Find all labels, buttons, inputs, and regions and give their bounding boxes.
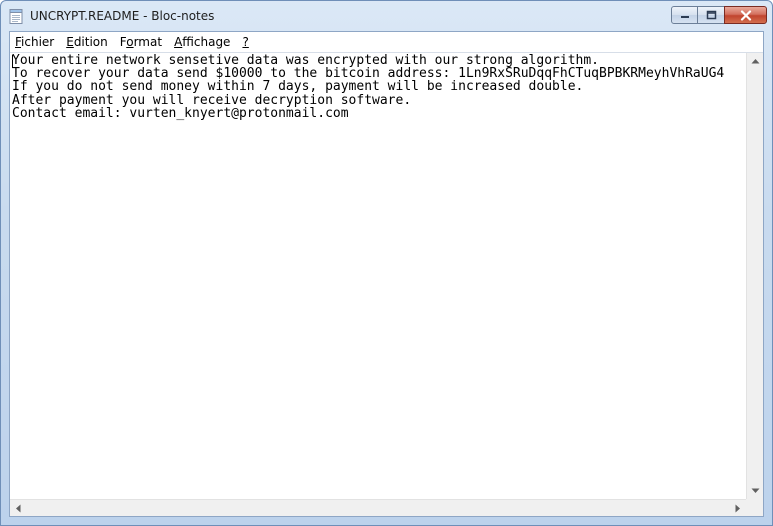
scroll-right-button[interactable] bbox=[730, 500, 746, 516]
window-title: UNCRYPT.README - Bloc-notes bbox=[30, 9, 215, 23]
vertical-scrollbar[interactable] bbox=[746, 53, 763, 499]
chevron-left-icon bbox=[16, 504, 21, 512]
chevron-up-icon bbox=[751, 59, 759, 64]
menu-format[interactable]: Format bbox=[114, 32, 168, 52]
scroll-left-button[interactable] bbox=[10, 500, 26, 516]
window-controls bbox=[671, 6, 767, 26]
horizontal-scrollbar[interactable] bbox=[10, 499, 746, 516]
document-text: Your entire network sensetive data was e… bbox=[10, 54, 724, 120]
text-editor[interactable]: Your entire network sensetive data was e… bbox=[10, 53, 746, 499]
close-button[interactable] bbox=[724, 6, 767, 24]
minimize-icon bbox=[680, 16, 689, 18]
chevron-right-icon bbox=[735, 504, 740, 512]
minimize-button[interactable] bbox=[671, 6, 698, 24]
scroll-down-button[interactable] bbox=[747, 483, 763, 499]
scrollbar-corner bbox=[746, 499, 763, 516]
document-line: Contact email: vurten_knyert@protonmail.… bbox=[12, 105, 349, 121]
close-icon bbox=[740, 9, 751, 21]
chevron-down-icon bbox=[751, 488, 759, 493]
menu-edition[interactable]: Edition bbox=[60, 32, 114, 52]
notepad-icon bbox=[9, 8, 23, 24]
menu-bar: Fichier Edition Format Affichage ? bbox=[10, 32, 763, 53]
notepad-window: UNCRYPT.README - Bloc-notes Fichier Edit… bbox=[0, 0, 773, 526]
scroll-up-button[interactable] bbox=[747, 53, 763, 69]
title-bar[interactable]: UNCRYPT.README - Bloc-notes bbox=[1, 1, 772, 31]
maximize-button[interactable] bbox=[698, 6, 724, 24]
menu-help[interactable]: ? bbox=[236, 32, 254, 52]
menu-affichage[interactable]: Affichage bbox=[168, 32, 236, 52]
restore-icon bbox=[706, 10, 716, 20]
notepad-client-area: Fichier Edition Format Affichage ? Your … bbox=[9, 31, 764, 517]
document-line: If you do not send money within 7 days, … bbox=[12, 79, 584, 95]
menu-fichier[interactable]: Fichier bbox=[10, 32, 60, 52]
document-line: After payment you will receive decryptio… bbox=[12, 92, 412, 108]
